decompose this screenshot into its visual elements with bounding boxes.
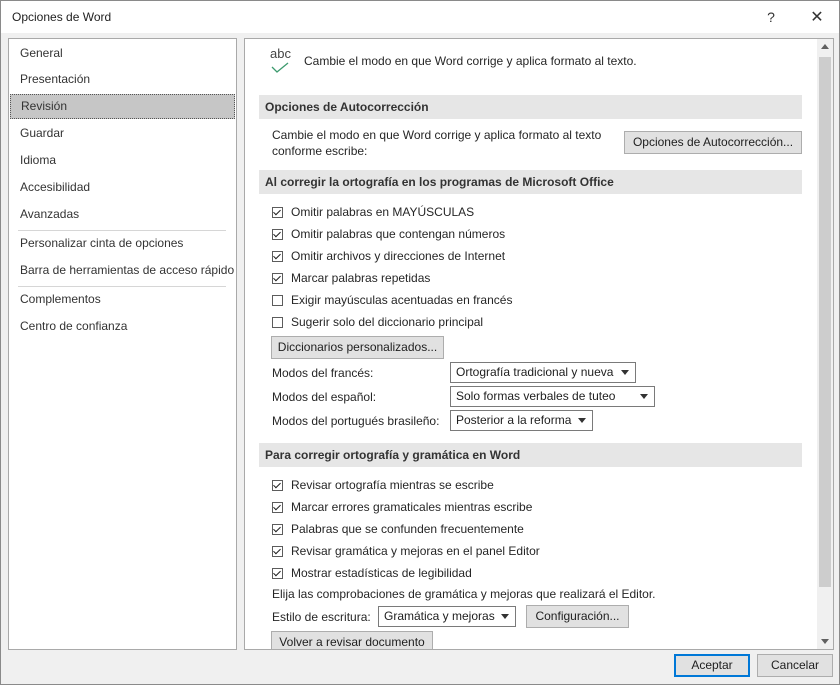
ignore-numbers-label: Omitir palabras que contengan números	[291, 227, 506, 241]
main-dictionary-only-checkbox[interactable]	[272, 317, 283, 328]
scroll-up-icon[interactable]	[817, 39, 833, 55]
nav-item-presentacion[interactable]: Presentación	[10, 67, 235, 92]
confused-words-label: Palabras que se confunden frecuentemente	[291, 522, 524, 536]
ignore-numbers-checkbox[interactable]	[272, 229, 283, 240]
writing-style-select[interactable]: Gramática y mejoras	[378, 606, 516, 627]
cancel-button[interactable]: Cancelar	[757, 654, 833, 677]
custom-dictionaries-button[interactable]: Diccionarios personalizados...	[271, 336, 444, 359]
ignore-uppercase-label: Omitir palabras en MAYÚSCULAS	[291, 205, 475, 219]
french-modes-label: Modos del francés:	[272, 366, 374, 380]
french-accents-checkbox[interactable]	[272, 295, 283, 306]
nav-item-guardar[interactable]: Guardar	[10, 121, 235, 146]
french-modes-select[interactable]: Ortografía tradicional y nueva	[450, 362, 636, 383]
autocorrect-desc-line1: Cambie el modo en que Word corrige y apl…	[272, 128, 602, 142]
ignore-uppercase-checkbox[interactable]	[272, 207, 283, 218]
chevron-down-icon	[578, 418, 586, 423]
readability-stats-checkbox[interactable]	[272, 568, 283, 579]
autocorrect-options-button[interactable]: Opciones de Autocorrección...	[624, 131, 802, 154]
portuguese-modes-value: Posterior a la reforma	[456, 413, 572, 427]
spanish-modes-label: Modos del español:	[272, 390, 377, 404]
proofing-icon: abc	[268, 45, 298, 77]
title-bar: Opciones de Word ? ✕	[1, 1, 839, 33]
recheck-document-button[interactable]: Volver a revisar documento	[271, 631, 433, 649]
portuguese-modes-select[interactable]: Posterior a la reforma	[450, 410, 593, 431]
writing-style-value: Gramática y mejoras	[384, 609, 495, 623]
spanish-modes-select[interactable]: Solo formas verbales de tuteo	[450, 386, 655, 407]
nav-item-complementos[interactable]: Complementos	[10, 287, 235, 312]
flag-repeated-checkbox[interactable]	[272, 273, 283, 284]
check-spelling-as-type-label: Revisar ortografía mientras se escribe	[291, 478, 494, 492]
section-word-spelling: Para corregir ortografía y gramática en …	[259, 443, 802, 467]
nav-item-accesibilidad[interactable]: Accesibilidad	[10, 175, 235, 200]
scroll-down-icon[interactable]	[817, 633, 833, 649]
autocorrect-desc-line2: conforme escribe:	[272, 144, 368, 158]
help-button[interactable]: ?	[751, 1, 791, 33]
writing-style-label: Estilo de escritura:	[272, 610, 371, 624]
nav-item-avanzadas[interactable]: Avanzadas	[10, 202, 235, 227]
nav-item-centro-confianza[interactable]: Centro de confianza	[10, 314, 235, 339]
flag-repeated-label: Marcar palabras repetidas	[291, 271, 431, 285]
confused-words-checkbox[interactable]	[272, 524, 283, 535]
nav-item-personalizar-cinta[interactable]: Personalizar cinta de opciones	[10, 231, 235, 256]
content-scrollbar[interactable]	[817, 39, 833, 649]
nav-item-idioma[interactable]: Idioma	[10, 148, 235, 173]
editor-pane-grammar-label: Revisar gramática y mejoras en el panel …	[291, 544, 540, 558]
page-header-text: Cambie el modo en que Word corrige y apl…	[304, 54, 637, 68]
check-spelling-as-type-checkbox[interactable]	[272, 480, 283, 491]
ignore-internet-label: Omitir archivos y direcciones de Interne…	[291, 249, 506, 263]
editor-pane-grammar-checkbox[interactable]	[272, 546, 283, 557]
spanish-modes-value: Solo formas verbales de tuteo	[456, 389, 616, 403]
french-accents-label: Exigir mayúsculas acentuadas en francés	[291, 293, 513, 307]
category-nav: General Presentación Revisión Guardar Id…	[8, 38, 237, 650]
ok-button[interactable]: Aceptar	[674, 654, 750, 677]
main-dictionary-only-label: Sugerir solo del diccionario principal	[291, 315, 484, 329]
nav-item-barra-acceso-rapido[interactable]: Barra de herramientas de acceso rápido	[10, 258, 235, 283]
section-office-spelling: Al corregir la ortografía en los program…	[259, 170, 802, 194]
readability-stats-label: Mostrar estadísticas de legibilidad	[291, 566, 472, 580]
portuguese-modes-label: Modos del portugués brasileño:	[272, 414, 440, 428]
nav-item-revision[interactable]: Revisión	[10, 94, 235, 119]
settings-button[interactable]: Configuración...	[526, 605, 629, 628]
mark-grammar-errors-checkbox[interactable]	[272, 502, 283, 513]
ignore-internet-checkbox[interactable]	[272, 251, 283, 262]
mark-grammar-errors-label: Marcar errores gramaticales mientras esc…	[291, 500, 533, 514]
scrollbar-thumb[interactable]	[819, 57, 831, 587]
settings-panel: abc Cambie el modo en que Word corrige y…	[244, 38, 834, 650]
close-button[interactable]: ✕	[797, 1, 837, 33]
chevron-down-icon	[640, 394, 648, 399]
french-modes-value: Ortografía tradicional y nueva	[456, 365, 614, 379]
close-icon: ✕	[810, 9, 824, 26]
editor-checks-text: Elija las comprobaciones de gramática y …	[272, 587, 656, 601]
help-icon: ?	[767, 9, 775, 25]
chevron-down-icon	[621, 370, 629, 375]
section-autocorrect: Opciones de Autocorrección	[259, 95, 802, 119]
chevron-down-icon	[501, 614, 509, 619]
window-title: Opciones de Word	[12, 10, 112, 24]
nav-item-general[interactable]: General	[10, 41, 235, 66]
